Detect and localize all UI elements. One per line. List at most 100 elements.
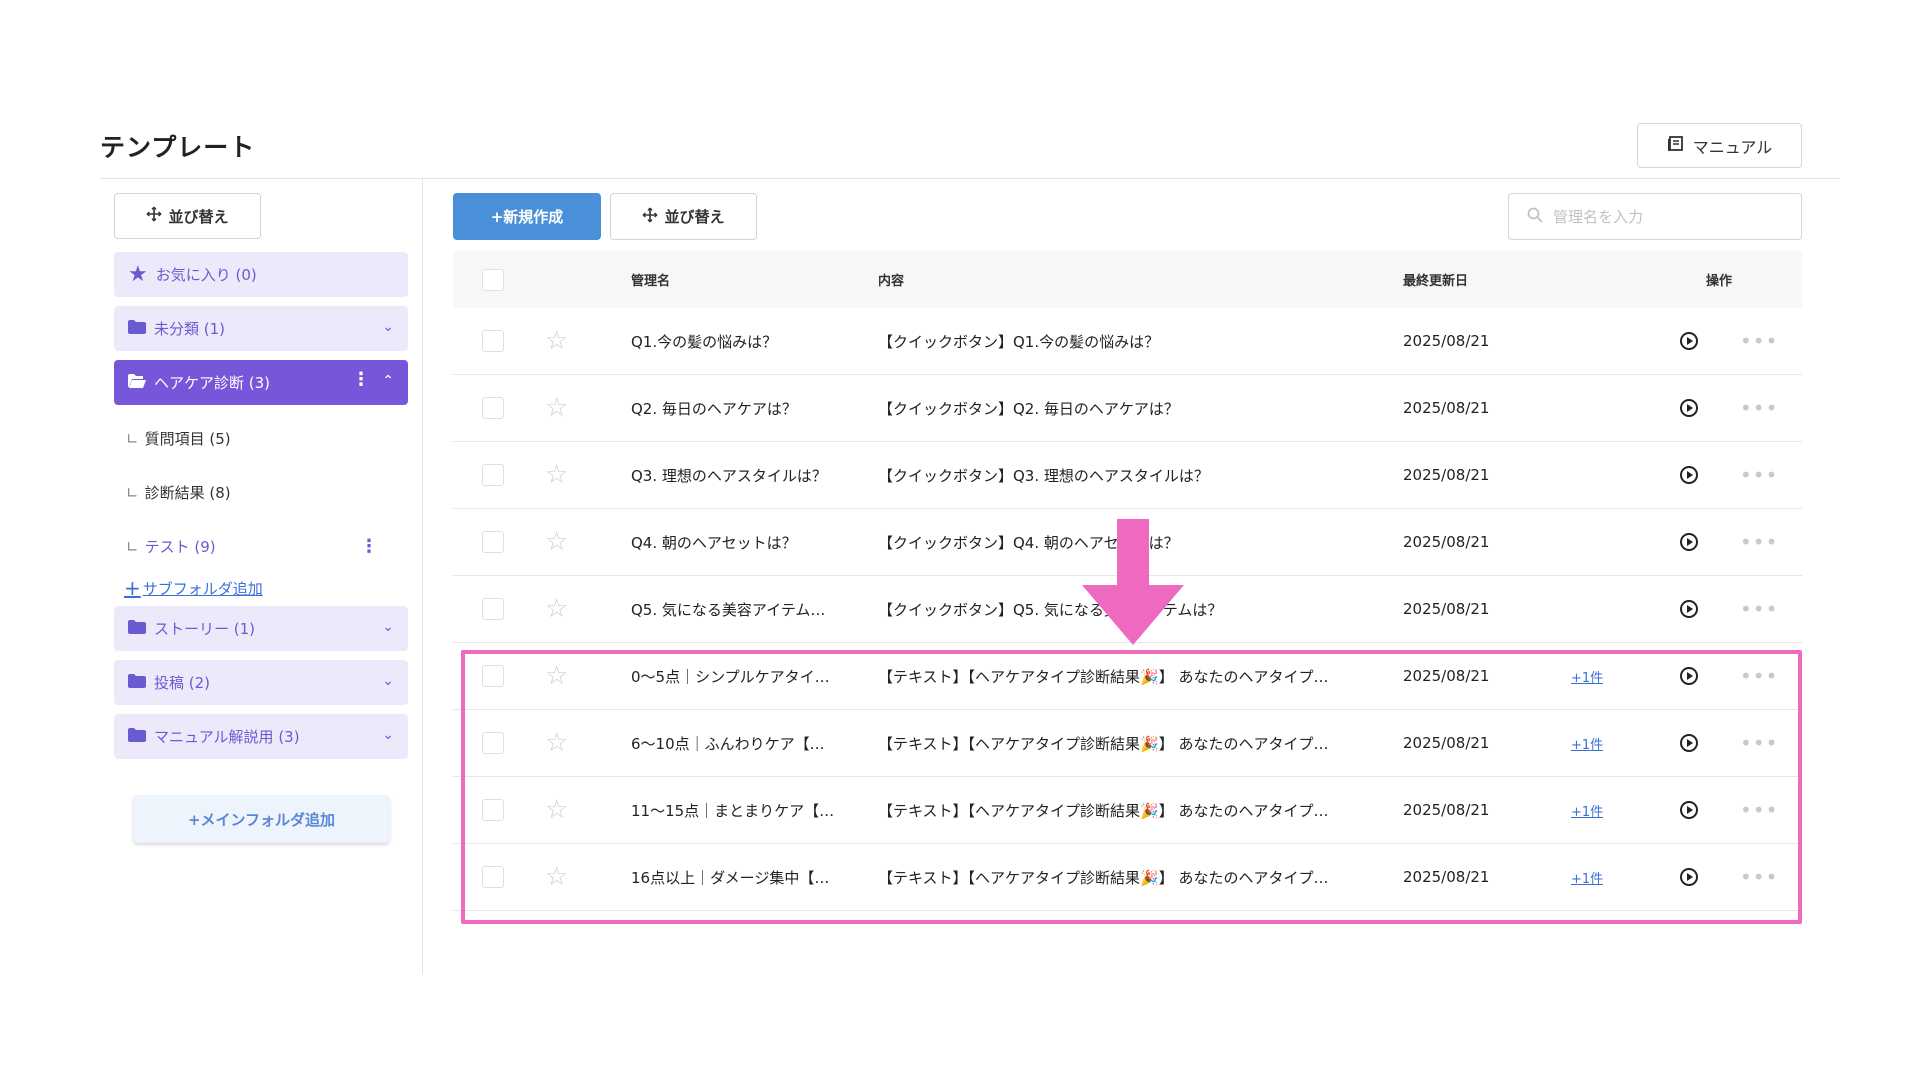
sidebar-subitem-test[interactable]: ∟ テスト (9): [126, 536, 216, 557]
move-icon: [146, 206, 162, 226]
row-extra-link[interactable]: +1件: [1571, 844, 1603, 910]
header-updated[interactable]: 最終更新日: [1403, 251, 1468, 308]
book-icon: [1667, 135, 1685, 157]
play-icon[interactable]: [1680, 600, 1698, 618]
play-icon[interactable]: [1680, 466, 1698, 484]
row-checkbox[interactable]: [482, 464, 504, 486]
header-ops: 操作: [1706, 274, 1733, 289]
star-outline-icon[interactable]: ☆: [545, 375, 568, 441]
sidebar-item-favorites[interactable]: ★ お気に入り (0): [114, 252, 408, 297]
row-date: 2025/08/21: [1403, 734, 1490, 752]
chevron-down-icon[interactable]: ⌄: [382, 619, 394, 635]
more-options-icon[interactable]: •••: [1740, 643, 1778, 709]
row-extra-link[interactable]: +1件: [1571, 777, 1603, 843]
table-row[interactable]: ☆ Q3. 理想のヘアスタイルは？ 【クイックボタン】Q3. 理想のヘアスタイルは？…: [453, 442, 1802, 509]
sidebar-item-story[interactable]: ストーリー (1) ⌄: [114, 606, 408, 651]
row-name[interactable]: 16点以上｜ダメージ集中【…: [631, 844, 851, 910]
chevron-down-icon[interactable]: ⌄: [382, 673, 394, 689]
play-icon[interactable]: [1680, 533, 1698, 551]
star-icon: ★: [128, 262, 148, 287]
table-row[interactable]: ☆ 6〜10点｜ふんわりケア【… 【テキスト】【ヘアケアタイプ診断結果🎉】 あなたの…: [453, 710, 1802, 777]
play-icon[interactable]: [1680, 399, 1698, 417]
sidebar-subitem-questions[interactable]: ∟ 質問項目 (5): [126, 428, 231, 449]
header-divider: [100, 178, 1840, 179]
row-checkbox[interactable]: [482, 330, 504, 352]
search-box[interactable]: [1508, 193, 1802, 240]
star-outline-icon[interactable]: ☆: [545, 509, 568, 575]
template-table: 管理名 内容 最終更新日 操作 ☆ Q1.今の髪の悩みは？ 【クイックボタン】Q1.…: [453, 251, 1802, 911]
star-outline-icon[interactable]: ☆: [545, 442, 568, 508]
table-row[interactable]: ☆ Q5. 気になる美容アイテム… 【クイックボタン】Q5. 気になる美容アイテムは…: [453, 576, 1802, 643]
row-checkbox[interactable]: [482, 866, 504, 888]
more-options-icon[interactable]: •••: [1740, 442, 1778, 508]
header-name[interactable]: 管理名: [631, 251, 851, 308]
star-outline-icon[interactable]: ☆: [545, 576, 568, 642]
table-row[interactable]: ☆ 16点以上｜ダメージ集中【… 【テキスト】【ヘアケアタイプ診断結果🎉】 あなたの…: [453, 844, 1802, 911]
row-name[interactable]: Q3. 理想のヘアスタイルは？: [631, 442, 851, 508]
sidebar-subitem-results[interactable]: ∟ 診断結果 (8): [126, 482, 231, 503]
table-row[interactable]: ☆ 0〜5点｜シンプルケアタイ… 【テキスト】【ヘアケアタイプ診断結果🎉】 あなたの…: [453, 643, 1802, 710]
row-extra-link[interactable]: +1件: [1571, 710, 1603, 776]
chevron-up-icon[interactable]: ⌃: [382, 373, 394, 389]
new-template-button[interactable]: +新規作成: [453, 193, 601, 240]
star-outline-icon[interactable]: ☆: [545, 844, 568, 910]
play-icon[interactable]: [1680, 332, 1698, 350]
row-content: 【テキスト】【ヘアケアタイプ診断結果🎉】 あなたのヘアタイプ…: [878, 734, 1329, 753]
add-main-folder-button[interactable]: +メインフォルダ追加: [133, 795, 390, 843]
sidebar-item-haircare[interactable]: ヘアケア診断 (3) ⋮ ⌃: [114, 360, 408, 405]
play-icon[interactable]: [1680, 667, 1698, 685]
tree-branch-icon: ∟: [126, 429, 139, 448]
row-name[interactable]: Q5. 気になる美容アイテム…: [631, 576, 851, 642]
kebab-menu-icon[interactable]: ⋮: [352, 369, 370, 390]
folder-label: お気に入り (0): [155, 266, 257, 284]
tree-branch-icon: ∟: [126, 537, 139, 556]
chevron-down-icon[interactable]: ⌄: [382, 319, 394, 335]
more-options-icon[interactable]: •••: [1740, 777, 1778, 843]
more-options-icon[interactable]: •••: [1740, 509, 1778, 575]
folder-open-icon: [128, 373, 146, 392]
row-name[interactable]: Q1.今の髪の悩みは？: [631, 308, 851, 374]
row-checkbox[interactable]: [482, 598, 504, 620]
add-subfolder-link[interactable]: + サブフォルダ追加: [124, 576, 263, 600]
more-options-icon[interactable]: •••: [1740, 576, 1778, 642]
sidebar-item-manual[interactable]: マニュアル解説用 (3) ⌄: [114, 714, 408, 759]
sidebar-item-uncategorized[interactable]: 未分類 (1) ⌄: [114, 306, 408, 351]
row-checkbox[interactable]: [482, 799, 504, 821]
row-name[interactable]: 0〜5点｜シンプルケアタイ…: [631, 643, 851, 709]
play-icon[interactable]: [1680, 801, 1698, 819]
row-checkbox[interactable]: [482, 397, 504, 419]
row-checkbox[interactable]: [482, 665, 504, 687]
row-name[interactable]: Q4. 朝のヘアセットは？: [631, 509, 851, 575]
kebab-menu-icon[interactable]: ⋮: [360, 536, 378, 557]
star-outline-icon[interactable]: ☆: [545, 777, 568, 843]
table-sort-button[interactable]: 並び替え: [610, 193, 757, 240]
row-checkbox[interactable]: [482, 732, 504, 754]
manual-button[interactable]: マニュアル: [1637, 123, 1802, 168]
row-date: 2025/08/21: [1403, 667, 1490, 685]
sidebar-sort-button[interactable]: 並び替え: [114, 193, 261, 239]
row-name[interactable]: 11〜15点｜まとまりケア【…: [631, 777, 851, 843]
play-icon[interactable]: [1680, 868, 1698, 886]
table-body: ☆ Q1.今の髪の悩みは？ 【クイックボタン】Q1.今の髪の悩みは？ 2025/08/…: [453, 308, 1802, 911]
add-subfolder-label: サブフォルダ追加: [142, 579, 263, 598]
chevron-down-icon[interactable]: ⌄: [382, 727, 394, 743]
more-options-icon[interactable]: •••: [1740, 844, 1778, 910]
table-row[interactable]: ☆ Q1.今の髪の悩みは？ 【クイックボタン】Q1.今の髪の悩みは？ 2025/08/…: [453, 308, 1802, 375]
play-icon[interactable]: [1680, 734, 1698, 752]
star-outline-icon[interactable]: ☆: [545, 643, 568, 709]
table-row[interactable]: ☆ Q4. 朝のヘアセットは？ 【クイックボタン】Q4. 朝のヘアセットは？ 2025…: [453, 509, 1802, 576]
select-all-checkbox[interactable]: [482, 268, 504, 291]
row-name[interactable]: 6〜10点｜ふんわりケア【…: [631, 710, 851, 776]
star-outline-icon[interactable]: ☆: [545, 710, 568, 776]
more-options-icon[interactable]: •••: [1740, 375, 1778, 441]
table-row[interactable]: ☆ 11〜15点｜まとまりケア【… 【テキスト】【ヘアケアタイプ診断結果🎉】 あなた…: [453, 777, 1802, 844]
table-row[interactable]: ☆ Q2. 毎日のヘアケアは？ 【クイックボタン】Q2. 毎日のヘアケアは？ 2025…: [453, 375, 1802, 442]
more-options-icon[interactable]: •••: [1740, 710, 1778, 776]
sidebar-item-posts[interactable]: 投稿 (2) ⌄: [114, 660, 408, 705]
row-checkbox[interactable]: [482, 531, 504, 553]
row-extra-link[interactable]: +1件: [1571, 643, 1603, 709]
search-input[interactable]: [1551, 206, 1781, 227]
star-outline-icon[interactable]: ☆: [545, 308, 568, 374]
row-name[interactable]: Q2. 毎日のヘアケアは？: [631, 375, 851, 441]
more-options-icon[interactable]: •••: [1740, 308, 1778, 374]
